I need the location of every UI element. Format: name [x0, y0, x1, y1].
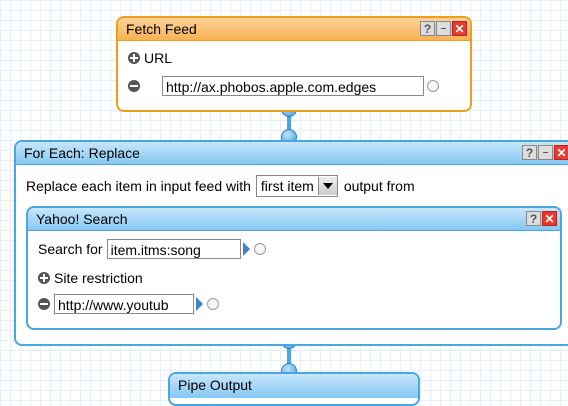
- remove-url-icon[interactable]: [128, 80, 140, 92]
- output-from-label: output from: [343, 178, 415, 194]
- fetch-feed-title: Fetch Feed: [126, 21, 197, 37]
- url-label: URL: [144, 50, 173, 66]
- url-entry-row: http://ax.phobos.apple.com.edges: [128, 76, 439, 96]
- close-button[interactable]: ✕: [452, 21, 467, 36]
- minimize-button[interactable]: –: [436, 21, 451, 36]
- fetch-feed-controls: ? – ✕: [420, 21, 467, 36]
- pipe-output-title: Pipe Output: [178, 377, 252, 393]
- help-button[interactable]: ?: [522, 145, 537, 160]
- add-url-icon[interactable]: [128, 52, 140, 64]
- help-button[interactable]: ?: [526, 211, 541, 226]
- pipe-output-module[interactable]: Pipe Output: [168, 372, 420, 406]
- fetch-feed-titlebar[interactable]: Fetch Feed ? – ✕: [118, 18, 470, 41]
- url-input[interactable]: http://ax.phobos.apple.com.edges: [162, 76, 424, 96]
- for-each-title: For Each: Replace: [24, 145, 140, 161]
- yahoo-search-titlebar[interactable]: Yahoo! Search ? ✕: [28, 208, 560, 231]
- search-for-label: Search for: [38, 241, 103, 257]
- url-terminal-icon[interactable]: [427, 80, 439, 92]
- search-for-row: Search for item.itms:song: [38, 239, 266, 259]
- search-arrow-icon[interactable]: [242, 242, 250, 256]
- close-button[interactable]: ✕: [542, 211, 557, 226]
- fetch-feed-module[interactable]: Fetch Feed ? – ✕ URL http://ax.phobos.ap…: [116, 16, 472, 112]
- help-button[interactable]: ?: [420, 21, 435, 36]
- search-terminal-icon[interactable]: [253, 243, 266, 255]
- site-restriction-label: Site restriction: [54, 270, 143, 286]
- minimize-button[interactable]: –: [538, 145, 553, 160]
- search-for-input[interactable]: item.itms:song: [106, 239, 241, 259]
- site-restriction-entry-row: http://www.youtub: [38, 294, 219, 314]
- close-button[interactable]: ✕: [554, 145, 568, 160]
- url-add-row: URL: [128, 50, 172, 66]
- pipe-output-titlebar[interactable]: Pipe Output: [170, 374, 418, 398]
- yahoo-search-title: Yahoo! Search: [36, 211, 128, 227]
- site-terminal-icon[interactable]: [207, 298, 219, 310]
- yahoo-search-controls: ? ✕: [526, 211, 557, 226]
- replace-label: Replace each item in input feed with: [26, 178, 251, 194]
- site-restriction-input[interactable]: http://www.youtub: [54, 294, 194, 314]
- yahoo-search-module[interactable]: Yahoo! Search ? ✕ Search for item.itms:s…: [26, 206, 562, 330]
- site-arrow-icon[interactable]: [196, 297, 203, 311]
- item-select[interactable]: first item: [255, 175, 338, 197]
- remove-site-restriction-icon[interactable]: [38, 298, 50, 310]
- for-each-replace-module[interactable]: For Each: Replace ? – ✕ Replace each ite…: [14, 140, 568, 346]
- add-site-restriction-icon[interactable]: [38, 272, 50, 284]
- site-restriction-add-row: Site restriction: [38, 270, 143, 286]
- item-select-value: first item: [260, 178, 314, 194]
- chevron-down-icon[interactable]: [317, 177, 337, 195]
- for-each-titlebar[interactable]: For Each: Replace ? – ✕: [16, 142, 568, 165]
- for-each-controls: ? – ✕: [522, 145, 568, 160]
- replace-row: Replace each item in input feed with fir…: [26, 175, 415, 197]
